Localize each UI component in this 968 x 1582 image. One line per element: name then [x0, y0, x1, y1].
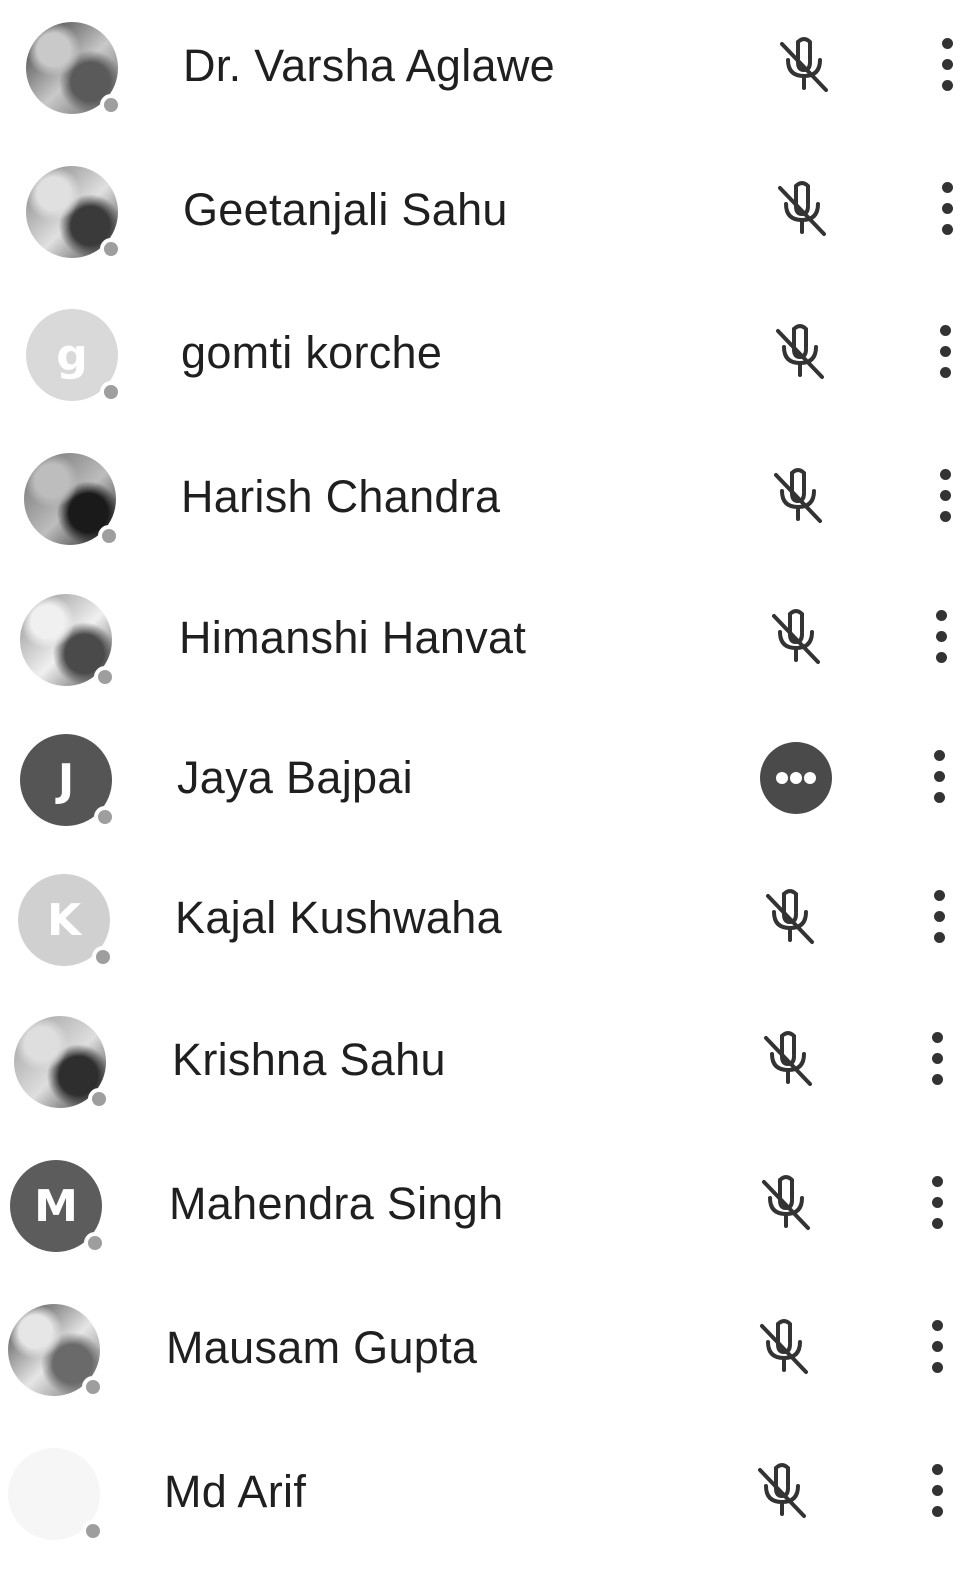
- presence-dot: [88, 1088, 110, 1110]
- more-vert-icon[interactable]: [930, 746, 950, 808]
- participant-avatar: [8, 1448, 104, 1542]
- participant-row[interactable]: Dr. Varsha Aglawe: [0, 12, 968, 156]
- more-vert-icon[interactable]: [928, 1172, 948, 1234]
- more-vert-icon[interactable]: [928, 1316, 948, 1378]
- more-vert-icon[interactable]: [938, 34, 958, 96]
- presence-dot: [92, 946, 114, 968]
- presence-dot: [82, 1376, 104, 1398]
- mic-off-icon: [754, 1316, 814, 1378]
- mic-off-icon: [774, 34, 834, 96]
- mic-off-icon: [756, 1172, 816, 1234]
- participant-row[interactable]: Geetanjali Sahu: [0, 156, 968, 300]
- participant-row[interactable]: Krishna Sahu: [0, 1006, 968, 1150]
- participant-name: Jaya Bajpai: [177, 752, 413, 803]
- presence-dot: [98, 525, 120, 547]
- more-vert-icon[interactable]: [936, 321, 956, 383]
- participant-row[interactable]: Harish Chandra: [0, 443, 968, 587]
- mic-off-icon: [758, 1028, 818, 1090]
- more-vert-icon[interactable]: [928, 1460, 948, 1522]
- more-horizontal-icon: [760, 742, 832, 814]
- participant-avatar: g: [26, 309, 122, 403]
- participant-avatar: [20, 594, 116, 688]
- participant-name: Kajal Kushwaha: [175, 892, 502, 943]
- participant-name: Krishna Sahu: [172, 1034, 446, 1085]
- participant-name: Dr. Varsha Aglawe: [183, 40, 555, 91]
- presence-dot: [100, 381, 122, 403]
- participant-row[interactable]: J Jaya Bajpai: [0, 724, 968, 868]
- participant-row[interactable]: Mausam Gupta: [0, 1294, 968, 1438]
- presence-dot: [82, 1520, 104, 1542]
- participant-row[interactable]: M Mahendra Singh: [0, 1150, 968, 1294]
- mic-off-icon: [770, 321, 830, 383]
- participant-name: Geetanjali Sahu: [183, 184, 508, 235]
- participant-avatar: [24, 453, 120, 547]
- participant-avatar: K: [18, 874, 114, 968]
- participant-name: Mausam Gupta: [166, 1322, 478, 1373]
- participant-name: Md Arif: [164, 1466, 307, 1517]
- mic-off-icon: [772, 178, 832, 240]
- presence-dot: [94, 666, 116, 688]
- participant-row[interactable]: g gomti korche: [0, 299, 968, 443]
- participant-name: gomti korche: [181, 327, 443, 378]
- participant-name: Mahendra Singh: [169, 1178, 504, 1229]
- participant-avatar: [26, 22, 122, 116]
- participant-avatar: [8, 1304, 104, 1398]
- participant-row[interactable]: K Kajal Kushwaha: [0, 864, 968, 1008]
- mic-off-icon: [752, 1460, 812, 1522]
- participant-name: Harish Chandra: [181, 471, 501, 522]
- presence-dot: [94, 806, 116, 828]
- more-vert-icon[interactable]: [938, 178, 958, 240]
- participant-avatar: J: [20, 734, 116, 828]
- mic-off-icon: [760, 886, 820, 948]
- more-vert-icon[interactable]: [936, 465, 956, 527]
- participant-row[interactable]: Md Arif: [0, 1438, 968, 1582]
- participant-avatar: [14, 1016, 110, 1110]
- participant-list: Dr. Varsha Aglawe Geetanjali Sahu g gomti k…: [0, 0, 968, 1542]
- more-vert-icon[interactable]: [930, 886, 950, 948]
- mic-off-icon: [768, 465, 828, 527]
- presence-dot: [100, 238, 122, 260]
- presence-dot: [100, 94, 122, 116]
- more-vert-icon[interactable]: [928, 1028, 948, 1090]
- more-vert-icon[interactable]: [932, 606, 952, 668]
- participant-name: Himanshi Hanvat: [179, 612, 527, 663]
- mic-off-icon: [766, 606, 826, 668]
- participant-row[interactable]: Himanshi Hanvat: [0, 584, 968, 728]
- participant-avatar: M: [10, 1160, 106, 1254]
- participant-avatar: [26, 166, 122, 260]
- presence-dot: [84, 1232, 106, 1254]
